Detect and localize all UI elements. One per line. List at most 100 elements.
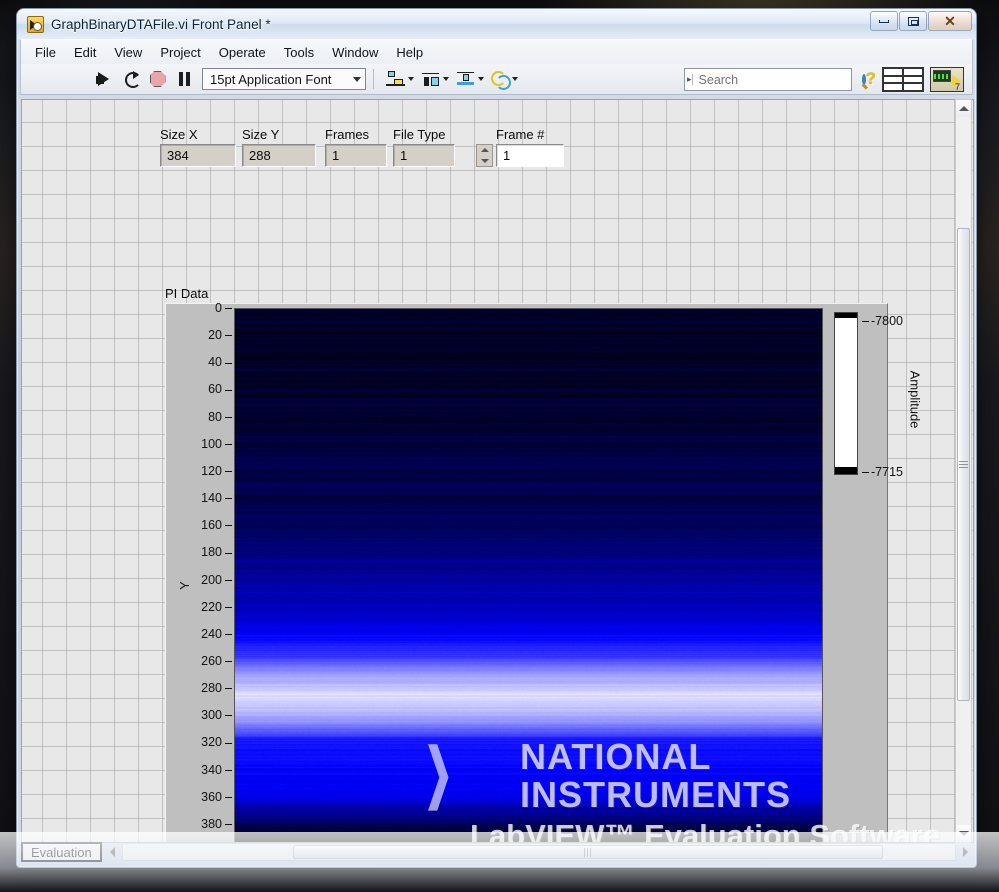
horizontal-scrollbar-thumb[interactable] [292,845,883,859]
y-tick-label: 300 [201,708,222,723]
run-continuously-icon [122,71,141,88]
pause-button[interactable] [172,67,197,92]
labview-vi-icon [27,15,44,33]
tick-mark [225,715,232,717]
y-axis-label: Y [176,581,192,590]
help-button[interactable]: ? [866,69,876,89]
run-button[interactable] [91,67,116,92]
menu-edit[interactable]: Edit [65,42,105,63]
control-label: Size X [160,127,198,142]
scroll-up-button[interactable] [956,100,971,117]
menu-file[interactable]: File [26,42,65,63]
heatmap-plot-area[interactable] [234,308,823,842]
color-scale-min-tick: -7715 [862,465,903,479]
y-tick-120: 120 [201,464,232,478]
scroll-down-button[interactable] [956,825,971,842]
run-arrow-icon [98,72,109,86]
stepper-down-icon[interactable] [480,158,489,163]
y-tick-label: 0 [215,301,222,315]
menu-window[interactable]: Window [323,42,387,63]
y-tick-320: 320 [201,735,232,749]
y-tick-label: 220 [201,599,222,614]
menu-bar: File Edit View Project Operate Tools Win… [20,39,973,64]
tick-mark [225,634,232,635]
labview-logo-icon[interactable]: 7 [930,67,964,92]
size-y-value[interactable]: 288 [242,144,316,167]
scroll-left-button[interactable] [104,843,121,861]
evaluation-button[interactable]: Evaluation [21,842,102,862]
abort-button[interactable] [145,67,170,92]
stepper-up-icon[interactable] [480,148,489,153]
frames-value[interactable]: 1 [325,144,387,167]
y-tick-180: 180 [201,545,232,559]
color-scale-bar[interactable] [834,312,858,475]
control-frame-number: Frame # 1 [476,127,564,167]
y-tick-label: 340 [201,762,222,777]
horizontal-scrollbar[interactable] [121,843,956,861]
labview-front-panel-window: GraphBinaryDTAFile.vi Front Panel * ✕ Fi… [16,8,977,868]
tick-mark [225,796,232,798]
y-tick-160: 160 [201,518,232,532]
color-scale-min-label: -7715 [871,465,903,479]
y-tick-300: 300 [201,708,232,722]
tick-mark [225,308,232,310]
y-tick-label: 180 [201,545,222,560]
y-tick-240: 240 [201,627,232,641]
search-box[interactable]: ▸ [684,68,866,91]
menu-tools[interactable]: Tools [275,42,323,63]
tick-mark [225,688,232,690]
reorder-icon [491,70,511,90]
align-objects-icon [386,70,406,88]
y-tick-100: 100 [201,437,232,451]
y-tick-label: 380 [201,816,222,831]
heatmap-image [235,309,822,842]
intensity-graph[interactable]: Y 0 20 40 60 80 100 120 140 160 180 200 220 240 260 28… [165,301,888,842]
file-type-value[interactable]: 1 [393,144,455,167]
pause-icon [179,72,190,86]
menu-project[interactable]: Project [151,42,209,63]
reorder-button[interactable] [491,70,518,90]
vertical-scrollbar-thumb[interactable] [957,228,970,701]
menu-view[interactable]: View [105,42,151,63]
tick-mark [862,321,869,323]
menu-help[interactable]: Help [387,42,432,63]
tick-mark [225,769,232,771]
y-tick-200: 200 [201,573,232,587]
y-tick-40: 40 [208,355,232,369]
window-grid-icon[interactable] [882,67,924,92]
logo-number: 7 [954,82,960,92]
chevron-down-icon [408,77,414,81]
menu-operate[interactable]: Operate [210,42,275,63]
tick-mark [225,552,232,554]
frame-number-value[interactable]: 1 [496,144,564,167]
run-continuously-button[interactable] [118,67,143,92]
search-input[interactable] [692,71,862,88]
frame-number-stepper[interactable] [476,144,493,167]
grip-icon [584,847,592,857]
y-tick-80: 80 [208,410,232,424]
control-size-y: Size Y 288 [242,127,316,167]
y-tick-280: 280 [201,681,232,695]
title-bar[interactable]: GraphBinaryDTAFile.vi Front Panel * ✕ [17,9,976,39]
vertical-scrollbar[interactable] [955,99,972,843]
front-panel-canvas[interactable]: Size X 384 Size Y 288 Frames 1 File Type… [21,99,974,843]
font-selector[interactable]: 15pt Application Font [202,68,366,90]
distribute-objects-button[interactable] [421,71,449,88]
y-tick-340: 340 [201,763,232,777]
resize-objects-button[interactable] [456,71,484,88]
close-button[interactable]: ✕ [928,11,972,31]
maximize-button[interactable] [899,11,927,31]
grip-icon [959,461,968,468]
size-x-value[interactable]: 384 [160,144,236,167]
scroll-right-button[interactable] [957,843,974,861]
tick-mark [225,362,232,364]
tick-mark [225,606,232,608]
chevron-up-icon [958,106,969,111]
control-frames: Frames 1 [325,127,387,167]
color-scale-bottom-cap [835,467,857,474]
waveform-glyph [934,74,950,79]
graph-title-label: PI Data [165,286,209,301]
minimize-button[interactable] [870,11,898,31]
align-objects-button[interactable] [386,70,414,88]
y-tick-label: 140 [201,491,222,506]
